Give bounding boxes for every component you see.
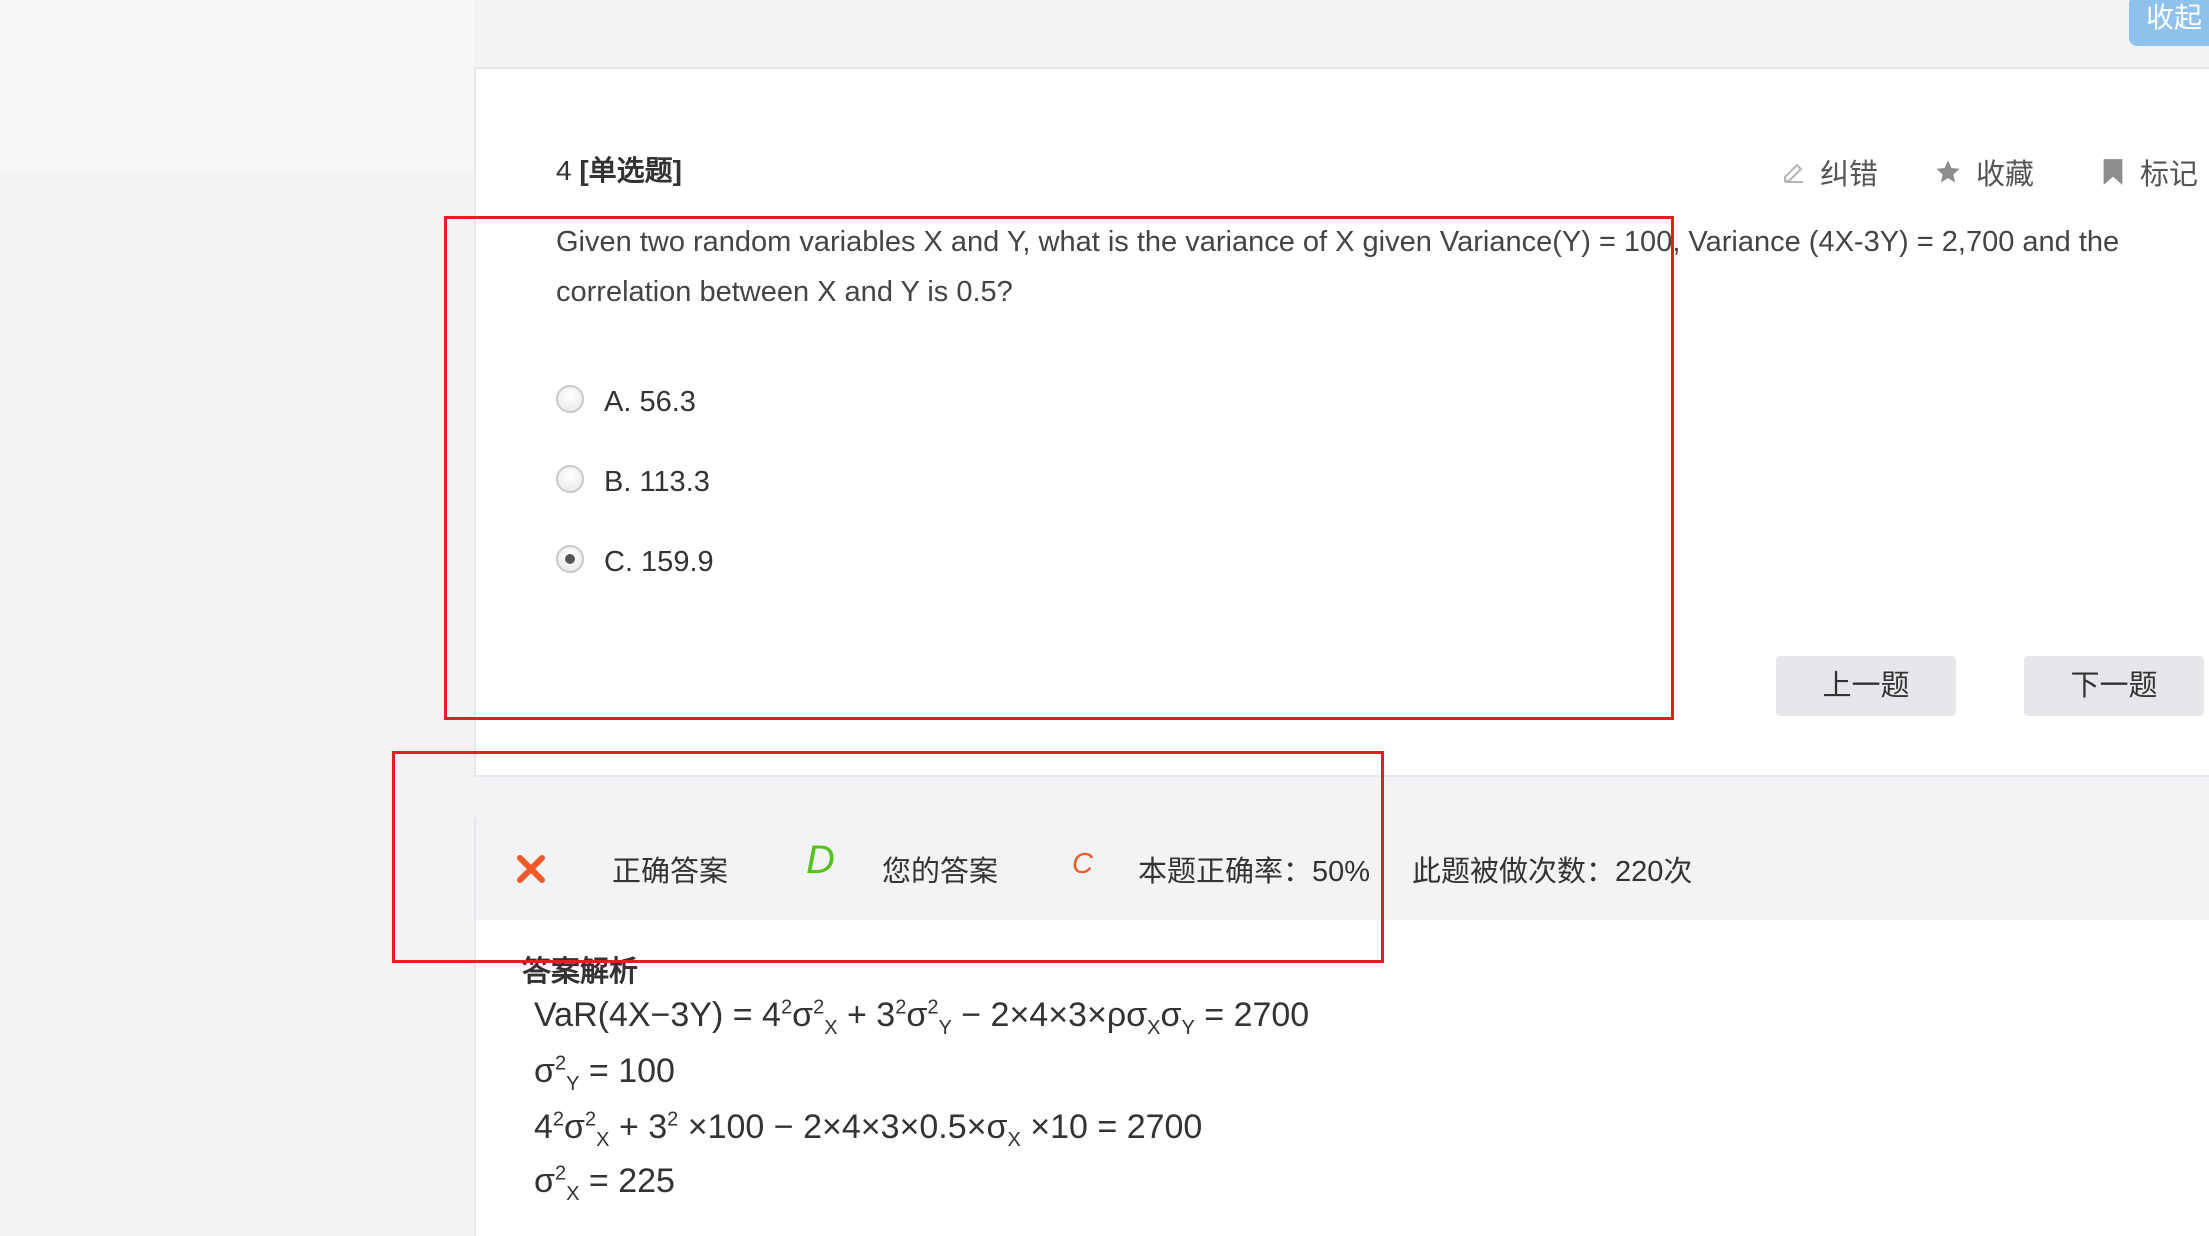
option-c-label: C. 159.9 (604, 546, 714, 578)
analysis-equation-3: 42σ2X + 32 ×100 − 2×4×3×0.5×σX ×10 = 270… (534, 1108, 1203, 1151)
favorite-label: 收藏 (1976, 159, 2035, 191)
prev-question-button[interactable]: 上一题 (1776, 656, 1956, 716)
accuracy-rate: 本题正确率：50% (1138, 856, 1371, 888)
report-error-label: 纠错 (1820, 159, 1879, 191)
header-strip (474, 0, 2209, 69)
next-question-button[interactable]: 下一题 (2024, 656, 2204, 716)
question-index: 4 (556, 155, 572, 186)
option-c-radio[interactable] (556, 544, 584, 573)
question-card: 4 [单选题] 纠错 收藏 标记 Given two random variab… (474, 69, 2209, 777)
mark-label: 标记 (2140, 159, 2199, 191)
analysis-equation-4: σ2X = 225 (534, 1162, 675, 1205)
your-answer-label: 您的答案 (882, 856, 999, 888)
analysis-equation-2: σ2Y = 100 (534, 1052, 675, 1095)
report-error-button[interactable]: 纠错 (1782, 151, 1878, 193)
option-a-radio[interactable] (556, 384, 584, 413)
option-a[interactable]: A. 56.3 (556, 384, 696, 419)
bookmark-icon (2103, 159, 2123, 185)
option-b[interactable]: B. 113.3 (556, 464, 710, 499)
star-icon (1936, 160, 1960, 183)
your-answer-value: C (1072, 848, 1093, 880)
option-c[interactable]: C. 159.9 (556, 544, 714, 579)
favorite-button[interactable]: 收藏 (1934, 151, 2034, 193)
option-a-label: A. 56.3 (604, 386, 696, 418)
attempt-count: 此题被做次数：220次 (1412, 856, 1693, 888)
answer-analysis: 答案解析 VaR(4X−3Y) = 42σ2X + 32σ2Y − 2×4×3×… (474, 920, 2209, 1236)
analysis-title: 答案解析 (522, 956, 639, 988)
question-text: Given two random variables X and Y, what… (556, 226, 2120, 308)
option-b-radio[interactable] (556, 464, 584, 493)
option-b-label: B. 113.3 (604, 466, 710, 498)
question-type-tag: [单选题] (579, 155, 683, 186)
mark-button[interactable]: 标记 (2100, 151, 2198, 193)
correct-answer-value: D (806, 838, 835, 882)
result-bar: 正确答案 D 您的答案 C 本题正确率：50% 此题被做次数：220次 (474, 818, 2209, 920)
question-number: 4 [单选题] (556, 149, 682, 189)
wrong-x-icon (517, 855, 545, 883)
collapse-button[interactable]: 收起 (2129, 0, 2209, 46)
pencil-icon (1784, 163, 1803, 183)
left-panel (0, 0, 474, 172)
analysis-equation-1: VaR(4X−3Y) = 42σ2X + 32σ2Y − 2×4×3×ρσXσY… (534, 996, 1310, 1039)
correct-answer-label: 正确答案 (612, 856, 729, 888)
